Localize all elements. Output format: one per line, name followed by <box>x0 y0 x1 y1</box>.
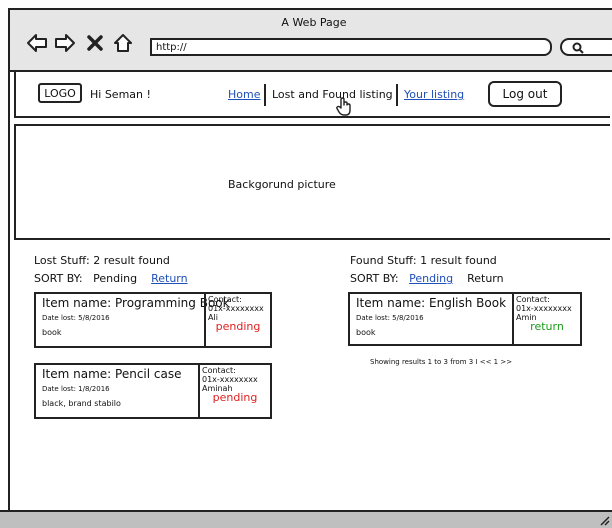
contact-box: Contact: 01x-xxxxxxxx Amin return <box>512 292 582 346</box>
status-badge: return <box>530 320 564 333</box>
sort-pending-link[interactable]: Pending <box>409 272 453 285</box>
lost-item-card[interactable]: Item name: Pencil case Date lost: 1/8/20… <box>34 363 272 419</box>
contact-phone: 01x-xxxxxxxx <box>516 304 572 313</box>
nav-divider <box>264 84 266 106</box>
search-icon <box>572 42 584 54</box>
status-badge: pending <box>215 320 261 333</box>
address-bar[interactable]: http:// <box>150 38 552 56</box>
nav-home-link[interactable]: Home <box>228 88 260 101</box>
browser-toolbar: A Web Page http:// <box>10 10 612 72</box>
pagination[interactable]: Showing results 1 to 3 from 3 I << 1 >> <box>370 358 512 366</box>
contact-phone: 01x-xxxxxxxx <box>208 304 264 313</box>
item-date: Date lost: 5/8/2016 <box>356 314 424 322</box>
contact-box: Contact: 01x-xxxxxxxx Ali pending <box>204 292 272 348</box>
sort-label: SORT BY: <box>34 272 83 285</box>
item-name: Item name: Pencil case <box>42 367 182 381</box>
logo: LOGO <box>38 83 82 103</box>
lost-item-card[interactable]: Item name: Programming Book Date lost: 5… <box>34 292 272 348</box>
item-date: Date lost: 5/8/2016 <box>42 314 110 322</box>
contact-label: Contact: <box>516 295 550 304</box>
sort-pending[interactable]: Pending <box>93 272 137 285</box>
search-field[interactable] <box>560 38 612 56</box>
nav-your-listing-link[interactable]: Your listing <box>404 88 464 101</box>
back-arrow-icon[interactable] <box>26 32 48 54</box>
hero-banner: Backgorund picture <box>14 124 610 240</box>
sort-return[interactable]: Return <box>467 272 504 285</box>
sort-label: SORT BY: <box>350 272 399 285</box>
found-sort-bar: SORT BY: Pending Return <box>350 272 504 285</box>
logout-button[interactable]: Log out <box>488 81 562 107</box>
contact-label: Contact: <box>208 295 242 304</box>
browser-status-bar <box>0 510 612 528</box>
found-results-title: Found Stuff: 1 result found <box>350 254 497 267</box>
item-description: book <box>356 328 376 337</box>
nav-lost-found-link[interactable]: Lost and Found listing <box>272 88 393 101</box>
close-x-icon[interactable] <box>84 32 106 54</box>
contact-box: Contact: 01x-xxxxxxxx Aminah pending <box>198 363 272 419</box>
site-header: LOGO Hi Seman ! Home Lost and Found list… <box>14 70 610 118</box>
item-name: Item name: English Book <box>356 296 507 310</box>
nav-divider <box>396 84 398 106</box>
lost-sort-bar: SORT BY: Pending Return <box>34 272 188 285</box>
item-name: Item name: Programming Book <box>42 296 230 310</box>
home-icon[interactable] <box>112 32 134 54</box>
item-description: book <box>42 328 62 337</box>
contact-label: Contact: <box>202 366 236 375</box>
window-title: A Web Page <box>281 16 347 29</box>
greeting-text: Hi Seman ! <box>90 88 151 101</box>
lost-results-title: Lost Stuff: 2 result found <box>34 254 170 267</box>
status-badge: pending <box>212 391 258 404</box>
item-description: black, brand stabilo <box>42 399 121 408</box>
forward-arrow-icon[interactable] <box>54 32 76 54</box>
hero-placeholder-text: Backgorund picture <box>228 178 336 191</box>
resize-grip-icon[interactable] <box>598 514 610 526</box>
hand-cursor-icon <box>336 97 351 116</box>
contact-phone: 01x-xxxxxxxx <box>202 375 258 384</box>
item-date: Date lost: 1/8/2016 <box>42 385 110 393</box>
found-item-card[interactable]: Item name: English Book Date lost: 5/8/2… <box>348 292 582 346</box>
sort-return-link[interactable]: Return <box>151 272 188 285</box>
